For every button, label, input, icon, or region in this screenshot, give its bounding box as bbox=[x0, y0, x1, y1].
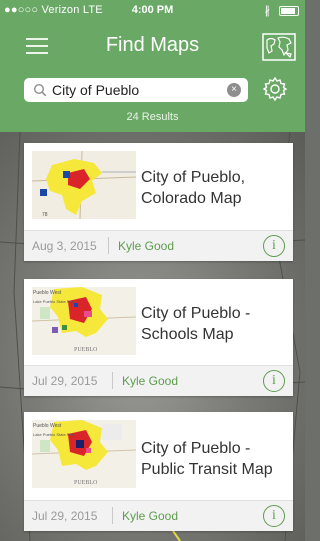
header: ●●○○○ Verizon LTE 4:00 PM ∦ Find Maps Ci… bbox=[0, 0, 305, 132]
thumb-label-pueblo: PUEBLO bbox=[74, 480, 98, 486]
battery-icon bbox=[279, 6, 299, 17]
info-icon[interactable]: i bbox=[263, 370, 285, 392]
map-thumbnail: Pueblo West Lake Pueblo State Park PUEBL… bbox=[32, 420, 136, 488]
page-title: Find Maps bbox=[105, 34, 200, 56]
thumb-label-pueblo-west: Pueblo West bbox=[33, 290, 62, 296]
card-author[interactable]: Kyle Good bbox=[122, 374, 178, 388]
world-map-icon[interactable] bbox=[261, 30, 297, 64]
status-right: ∦ bbox=[264, 4, 299, 17]
thumb-label-pueblo-west: Pueblo West bbox=[33, 423, 62, 429]
card-meta: Aug 3, 2015 Kyle Good i bbox=[24, 230, 293, 261]
navigation-bar: Find Maps bbox=[0, 24, 305, 68]
thumb-label-lake-pueblo: Lake Pueblo State Park bbox=[33, 432, 75, 437]
card-author[interactable]: Kyle Good bbox=[122, 509, 178, 523]
card-title: City of Pueblo - Public Transit Map bbox=[141, 440, 273, 478]
card-date: Aug 3, 2015 bbox=[32, 239, 97, 253]
divider bbox=[112, 372, 113, 389]
clear-search-icon[interactable]: × bbox=[227, 83, 241, 97]
thumb-label-lake-pueblo: Lake Pueblo State Park bbox=[33, 299, 75, 304]
thumb-label-pueblo: PUEBLO bbox=[74, 347, 98, 353]
card-meta: Jul 29, 2015 Kyle Good i bbox=[24, 365, 293, 396]
map-thumbnail: Pueblo West Lake Pueblo State Park PUEBL… bbox=[32, 287, 136, 355]
search-bar: × bbox=[24, 78, 248, 102]
divider bbox=[108, 237, 109, 254]
svg-text:78: 78 bbox=[42, 212, 48, 218]
bluetooth-icon: ∦ bbox=[264, 5, 270, 17]
card-title: City of Pueblo, Colorado Map bbox=[141, 169, 246, 207]
map-card[interactable]: 78 City of Pueblo, Colorado Map Aug 3, 2… bbox=[24, 143, 293, 261]
gear-icon[interactable] bbox=[262, 76, 288, 102]
status-bar: ●●○○○ Verizon LTE 4:00 PM ∦ bbox=[0, 0, 305, 20]
card-author[interactable]: Kyle Good bbox=[118, 239, 174, 253]
map-thumbnail: 78 bbox=[32, 151, 136, 219]
clock: 4:00 PM bbox=[131, 4, 174, 16]
divider bbox=[112, 507, 113, 524]
results-count: 24 Results bbox=[126, 111, 179, 123]
card-title: City of Pueblo - Schools Map bbox=[141, 305, 251, 343]
search-icon bbox=[33, 83, 47, 102]
card-date: Jul 29, 2015 bbox=[32, 509, 98, 523]
info-icon[interactable]: i bbox=[263, 505, 285, 527]
search-input[interactable] bbox=[52, 80, 222, 100]
map-card[interactable]: Pueblo West Lake Pueblo State Park PUEBL… bbox=[24, 412, 293, 531]
card-date: Jul 29, 2015 bbox=[32, 374, 98, 388]
map-card[interactable]: Pueblo West Lake Pueblo State Park PUEBL… bbox=[24, 279, 293, 396]
info-icon[interactable]: i bbox=[263, 235, 285, 257]
card-meta: Jul 29, 2015 Kyle Good i bbox=[24, 500, 293, 531]
